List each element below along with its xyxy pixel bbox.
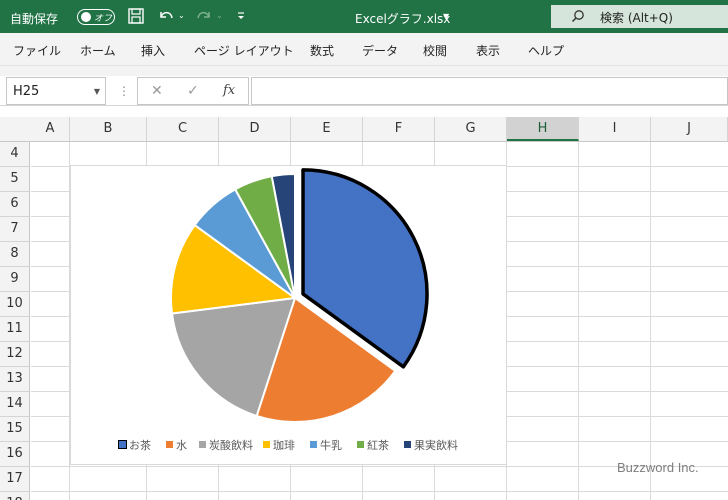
legend-label: 水 [176,439,187,452]
ribbon-collapsed-area [0,66,728,76]
legend-label: お茶 [129,439,151,452]
tab-page-layout[interactable]: ページ レイアウト [194,42,294,59]
row-header[interactable]: 6 [0,192,29,217]
redo-icon[interactable] [194,7,214,25]
undo-icon[interactable] [156,7,176,25]
search-icon [571,10,584,23]
tab-data[interactable]: データ [362,42,398,59]
tab-help[interactable]: ヘルプ [528,42,564,59]
row-header[interactable]: 13 [0,367,29,392]
tab-formulas[interactable]: 数式 [310,42,334,59]
tab-file[interactable]: ファイル [13,42,61,59]
row-gridline [31,491,728,492]
legend-label: 牛乳 [320,439,342,452]
column-headers: A B C D E F G H I J [0,117,728,142]
name-box[interactable]: H25 ▼ [6,77,106,105]
row-header[interactable]: 16 [0,442,29,467]
legend-swatch [404,441,411,448]
row-headers: 456789101112131415161718 [0,142,30,500]
column-header[interactable]: E [291,117,363,141]
insert-function-icon[interactable]: fx [223,83,235,98]
legend-label: 紅茶 [367,439,389,452]
legend-swatch [166,441,173,448]
row-header[interactable]: 17 [0,467,29,492]
cancel-entry-icon[interactable]: ✕ [151,83,163,99]
file-name[interactable]: Excelグラフ.xlsx [355,10,450,27]
save-icon[interactable] [127,7,145,25]
column-header[interactable]: A [31,117,70,141]
name-box-value: H25 [13,84,40,99]
formula-buttons: ✕ ✓ fx [137,77,249,105]
search-box[interactable]: 検索 (Alt+Q) [551,5,728,28]
legend-swatch [263,441,270,448]
legend-label: 珈琲 [273,439,295,452]
title-bar: 自動保存 オフ ⌄ ⌄ Excelグラフ.xlsx ▼ 検索 (Alt+Q) [0,0,728,33]
pie-plot-area[interactable] [71,166,508,436]
column-gridline [578,142,579,500]
name-box-dropdown-icon[interactable]: ▼ [94,87,100,96]
formula-input[interactable] [251,77,728,105]
autosave-state: オフ [94,14,113,24]
row-header[interactable]: 4 [0,142,29,167]
watermark: Buzzword Inc. [617,460,699,475]
column-header[interactable]: D [219,117,291,141]
column-header[interactable]: J [651,117,728,141]
row-header[interactable]: 11 [0,317,29,342]
formula-bar-grip-icon[interactable]: ⋮ [118,84,130,98]
legend-swatch [310,441,317,448]
row-header[interactable]: 8 [0,242,29,267]
column-header-selected[interactable]: H [507,117,579,141]
enter-entry-icon[interactable]: ✓ [187,83,199,99]
column-header[interactable]: I [579,117,651,141]
tab-insert[interactable]: 挿入 [141,42,165,59]
tab-view[interactable]: 表示 [476,42,500,59]
legend-swatch [199,441,206,448]
customize-qat-icon[interactable] [235,10,247,22]
legend-label: 果実飲料 [414,439,458,452]
column-header[interactable]: B [70,117,147,141]
legend-swatch [118,440,127,449]
row-header[interactable]: 7 [0,217,29,242]
legend-label: 炭酸飲料 [209,439,253,452]
column-header[interactable]: G [435,117,507,141]
excel-window: 自動保存 オフ ⌄ ⌄ Excelグラフ.xlsx ▼ 検索 (Alt+Q) フ… [0,0,728,500]
row-header[interactable]: 9 [0,267,29,292]
ribbon-tabs: ファイル ホーム 挿入 ページ レイアウト 数式 データ 校閲 表示 ヘルプ [0,33,728,66]
search-placeholder: 検索 (Alt+Q) [600,11,673,25]
redo-dropdown-icon[interactable]: ⌄ [216,11,223,20]
column-header[interactable]: F [363,117,435,141]
column-header[interactable]: C [147,117,219,141]
column-gridline [650,142,651,500]
autosave-label: 自動保存 [10,12,59,26]
toggle-knob [81,12,91,22]
row-header[interactable]: 10 [0,292,29,317]
row-header[interactable]: 18 [0,492,29,500]
formula-bar: H25 ▼ ⋮ ✕ ✓ fx [0,76,728,106]
autosave-toggle[interactable]: オフ [77,9,115,25]
legend-swatch [357,441,364,448]
undo-dropdown-icon[interactable]: ⌄ [178,11,185,20]
pie-chart[interactable]: お茶 水 炭酸飲料 珈琲 牛乳 紅茶 果実飲料 [70,165,507,465]
row-header[interactable]: 5 [0,167,29,192]
tab-home[interactable]: ホーム [80,42,116,59]
tab-review[interactable]: 校閲 [423,42,447,59]
filename-caret-icon[interactable]: ▼ [443,12,449,21]
row-header[interactable]: 15 [0,417,29,442]
row-header[interactable]: 12 [0,342,29,367]
row-header[interactable]: 14 [0,392,29,417]
